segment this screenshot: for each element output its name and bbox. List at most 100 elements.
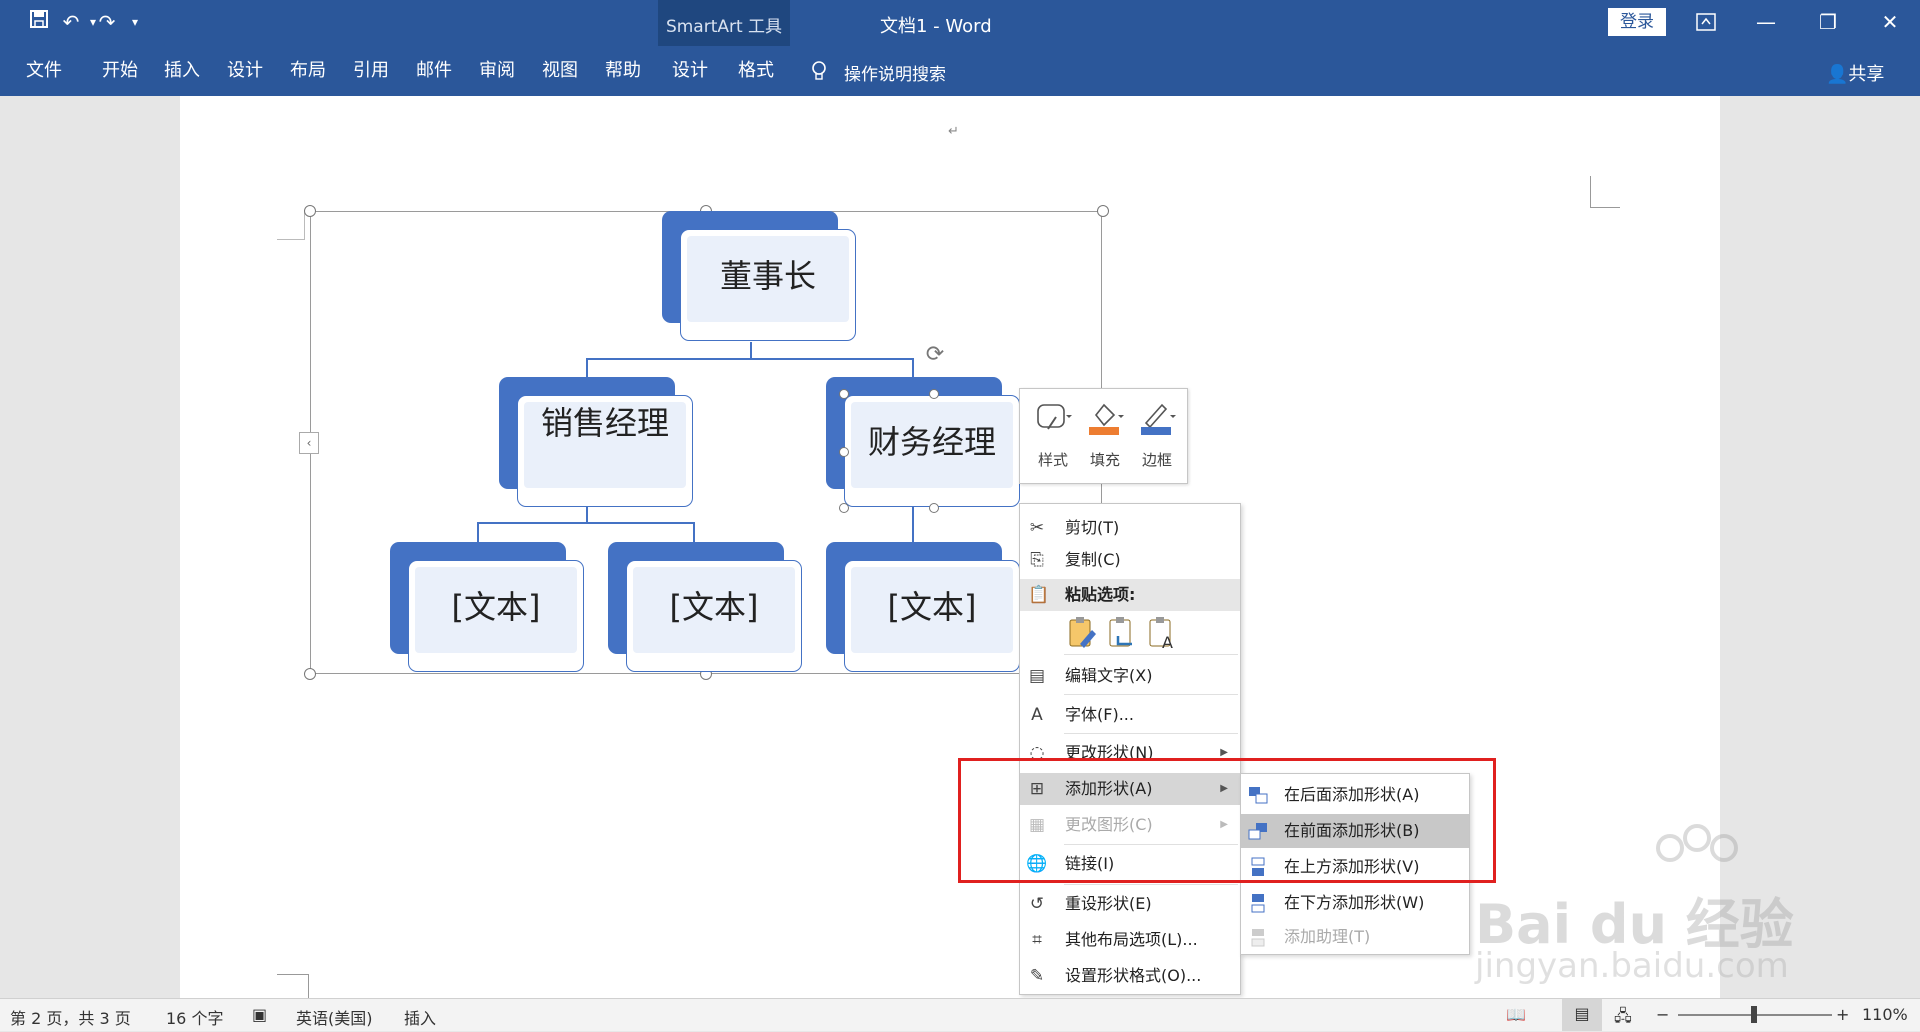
redo-icon[interactable]: ↷ bbox=[92, 8, 122, 36]
highlight-box bbox=[958, 758, 1496, 883]
context-menu: ✂ 剪切(T) ⎘ 复制(C) 📋 粘贴选项: A ▤ 编辑文字(X) A 字体(F)..… bbox=[1019, 503, 1241, 995]
menu-item-edit-text[interactable]: ▤ 编辑文字(X) bbox=[1020, 660, 1240, 692]
paste-keep-formatting-icon[interactable] bbox=[1066, 614, 1098, 650]
tab-references[interactable]: 引用 bbox=[349, 56, 393, 86]
tab-smartart-design[interactable]: 设计 bbox=[668, 56, 712, 86]
add-below-icon bbox=[1251, 894, 1265, 913]
word-count[interactable]: 16 个字 bbox=[166, 1005, 223, 1029]
menu-item-copy[interactable]: ⎘ 复制(C) bbox=[1020, 544, 1240, 576]
scissors-icon: ✂ bbox=[1029, 518, 1045, 538]
zoom-level[interactable]: 110% bbox=[1862, 1005, 1908, 1024]
smartart-tools-label: SmartArt 工具 bbox=[665, 17, 783, 37]
node-label: [文本] bbox=[887, 588, 977, 626]
page-count[interactable]: 第 2 页，共 3 页 bbox=[10, 1005, 131, 1029]
status-bar: 第 2 页，共 3 页 16 个字 ▣ 英语(美国) 插入 📖 ▤ 🖧 − + … bbox=[0, 998, 1920, 1031]
shape-handle[interactable] bbox=[839, 447, 849, 457]
login-button[interactable]: 登录 bbox=[1608, 8, 1666, 36]
connector bbox=[586, 358, 914, 360]
tab-home[interactable]: 开始 bbox=[98, 56, 142, 86]
menu-item-cut[interactable]: ✂ 剪切(T) bbox=[1020, 512, 1240, 544]
shape-style-button[interactable]: 样式 bbox=[1028, 397, 1078, 477]
tab-review[interactable]: 审阅 bbox=[475, 56, 519, 86]
paste-merge-formatting-icon[interactable] bbox=[1106, 614, 1138, 650]
proofing-icon[interactable]: ▣ bbox=[252, 1005, 267, 1024]
minimize-icon[interactable]: — bbox=[1738, 0, 1794, 46]
menu-item-font[interactable]: A 字体(F)... bbox=[1020, 699, 1240, 731]
insert-mode[interactable]: 插入 bbox=[404, 1005, 436, 1029]
tab-design[interactable]: 设计 bbox=[223, 56, 267, 86]
tab-insert[interactable]: 插入 bbox=[160, 56, 204, 86]
shape-handle[interactable] bbox=[929, 389, 939, 399]
frame-handle-tl[interactable] bbox=[304, 205, 316, 217]
shape-handle[interactable] bbox=[839, 389, 849, 399]
tab-file[interactable]: 文件 bbox=[24, 56, 64, 86]
mini-toolbar: 样式 填充 边框 bbox=[1019, 388, 1188, 484]
baidu-jingyan-watermark: Bai du 经验 jingyan.baidu.com bbox=[1475, 818, 1815, 988]
share-button[interactable]: 👤共享 bbox=[1826, 60, 1884, 86]
shape-handle[interactable] bbox=[929, 503, 939, 513]
print-layout-icon[interactable]: ▤ bbox=[1562, 999, 1602, 1031]
menu-item-more-layout[interactable]: ⌗ 其他布局选项(L)... bbox=[1020, 924, 1240, 956]
zoom-out-icon[interactable]: − bbox=[1656, 1005, 1669, 1024]
add-assistant-icon bbox=[1251, 929, 1265, 947]
layout-options-icon: ⌗ bbox=[1032, 930, 1042, 950]
node-label: 董事长 bbox=[719, 257, 816, 295]
tab-layout[interactable]: 布局 bbox=[286, 56, 330, 86]
crop-mark-top-left bbox=[277, 210, 305, 240]
shape-outline-button[interactable]: 边框 bbox=[1132, 397, 1182, 477]
tab-help[interactable]: 帮助 bbox=[601, 56, 645, 86]
customize-qat-icon[interactable]: ▾ bbox=[120, 8, 150, 36]
format-shape-icon: ✎ bbox=[1029, 966, 1045, 986]
fill-bucket-icon bbox=[1089, 403, 1124, 435]
zoom-in-icon[interactable]: + bbox=[1836, 1005, 1849, 1024]
shape-fill-button[interactable]: 填充 bbox=[1080, 397, 1130, 477]
crop-mark-bottom-left bbox=[277, 974, 309, 998]
connector bbox=[477, 522, 695, 524]
lightbulb-icon bbox=[812, 61, 826, 80]
reset-shape-icon: ↺ bbox=[1029, 894, 1045, 914]
close-icon[interactable]: ✕ bbox=[1862, 0, 1918, 46]
web-layout-icon[interactable]: 🖧 bbox=[1614, 1005, 1632, 1032]
menu-item-format-shape[interactable]: ✎ 设置形状格式(O)... bbox=[1020, 960, 1240, 992]
clipboard-icon: 📋 bbox=[1028, 585, 1050, 605]
ribbon-display-options-icon[interactable] bbox=[1678, 0, 1734, 46]
frame-handle-tr[interactable] bbox=[1097, 205, 1109, 217]
svg-text:A: A bbox=[1162, 633, 1173, 650]
tab-mailings[interactable]: 邮件 bbox=[412, 56, 456, 86]
language-indicator[interactable]: 英语(美国) bbox=[296, 1005, 373, 1029]
zoom-slider-thumb[interactable] bbox=[1751, 1006, 1757, 1023]
paste-text-only-icon[interactable]: A bbox=[1146, 614, 1178, 650]
connector bbox=[693, 522, 695, 542]
read-mode-icon[interactable]: 📖 bbox=[1506, 1005, 1526, 1024]
person-icon: 👤 bbox=[1826, 64, 1849, 85]
connector bbox=[477, 522, 479, 542]
crop-mark-top-right bbox=[1590, 176, 1620, 208]
tell-me-search[interactable]: 操作说明搜索 bbox=[844, 60, 946, 85]
shape-handle[interactable] bbox=[839, 503, 849, 513]
menu-separator bbox=[1064, 654, 1238, 655]
save-icon[interactable] bbox=[24, 8, 54, 36]
tab-view[interactable]: 视图 bbox=[538, 56, 582, 86]
node-label: [文本] bbox=[669, 588, 759, 626]
text-pane-toggle[interactable]: ‹ bbox=[299, 432, 319, 454]
shape-style-icon bbox=[1037, 404, 1072, 430]
menu-separator bbox=[1064, 884, 1238, 885]
style-label: 样式 bbox=[1037, 451, 1068, 469]
submenu-add-assistant[interactable]: 添加助理(T) bbox=[1241, 920, 1469, 954]
menu-item-reset-shape[interactable]: ↺ 重设形状(E) bbox=[1020, 888, 1240, 920]
document-title: 文档1 - Word bbox=[880, 16, 992, 37]
copy-icon: ⎘ bbox=[1030, 550, 1044, 570]
rotate-handle-icon[interactable]: ⟳ bbox=[922, 342, 948, 368]
frame-handle-bl[interactable] bbox=[304, 668, 316, 680]
submenu-add-below[interactable]: 在下方添加形状(W) bbox=[1241, 886, 1469, 920]
restore-icon[interactable]: ❐ bbox=[1800, 0, 1856, 46]
edit-text-icon: ▤ bbox=[1028, 666, 1046, 686]
share-label: 共享 bbox=[1848, 64, 1885, 85]
paragraph-mark: ↵ bbox=[948, 124, 959, 139]
connector bbox=[586, 358, 588, 378]
node-label: [文本] bbox=[451, 588, 541, 626]
node-label: 财务经理 bbox=[867, 423, 996, 461]
fill-label: 填充 bbox=[1089, 451, 1120, 469]
tab-smartart-format[interactable]: 格式 bbox=[734, 56, 778, 86]
connector bbox=[586, 505, 588, 523]
